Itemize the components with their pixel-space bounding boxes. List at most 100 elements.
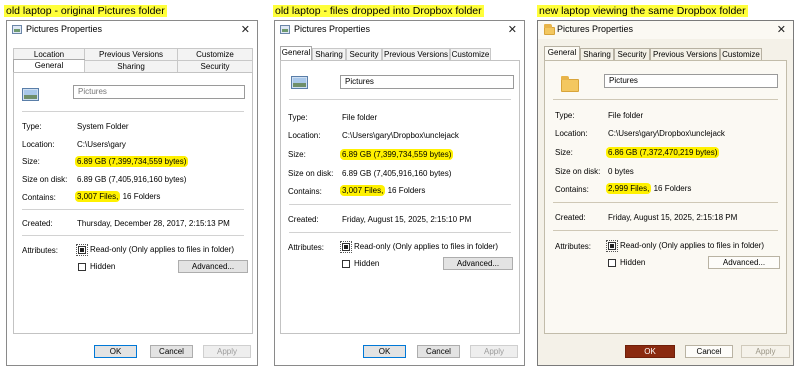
- created-label: Created:: [555, 213, 586, 222]
- location-value: C:\Users\gary: [77, 140, 126, 149]
- ok-button[interactable]: OK: [363, 345, 406, 358]
- title-bar[interactable]: Pictures Properties ✕: [7, 21, 257, 39]
- advanced-button[interactable]: Advanced...: [178, 260, 248, 273]
- size-value: 6.86 GB (7,372,470,219 bytes): [606, 147, 720, 158]
- size-on-disk-label: Size on disk:: [288, 169, 334, 178]
- tab-previous-versions[interactable]: Previous Versions: [84, 48, 178, 60]
- type-value: System Folder: [77, 122, 129, 131]
- location-value: C:\Users\gary\Dropbox\unclejack: [342, 131, 459, 140]
- divider: [289, 204, 511, 205]
- hidden-checkbox[interactable]: [78, 263, 86, 271]
- attributes-label: Attributes:: [555, 242, 592, 251]
- size-on-disk-value: 6.89 GB (7,405,916,160 bytes): [342, 169, 452, 178]
- pictures-folder-icon: [291, 76, 308, 89]
- attributes-label: Attributes:: [288, 243, 325, 252]
- cancel-button[interactable]: Cancel: [685, 345, 733, 358]
- type-label: Type:: [288, 113, 308, 122]
- tab-previous-versions[interactable]: Previous Versions: [382, 48, 450, 60]
- cancel-button[interactable]: Cancel: [417, 345, 460, 358]
- contains-value: 3,007 Files, 16 Folders: [340, 185, 425, 196]
- apply-button[interactable]: Apply: [203, 345, 251, 358]
- tab-general[interactable]: General: [13, 59, 85, 73]
- pictures-folder-icon: [280, 25, 290, 34]
- ok-button[interactable]: OK: [625, 345, 675, 358]
- close-icon[interactable]: ✕: [777, 23, 786, 36]
- apply-button[interactable]: Apply: [741, 345, 790, 358]
- folder-count: 16 Folders: [122, 192, 161, 201]
- tab-general[interactable]: General: [280, 46, 312, 60]
- title-bar[interactable]: Pictures Properties ✕: [538, 21, 793, 39]
- hidden-label[interactable]: Hidden: [620, 258, 645, 267]
- size-label: Size:: [555, 148, 573, 157]
- tab-customize[interactable]: Customize: [450, 48, 491, 60]
- hidden-label[interactable]: Hidden: [354, 259, 379, 268]
- title-bar[interactable]: Pictures Properties ✕: [275, 21, 524, 39]
- readonly-checkbox[interactable]: [606, 240, 618, 252]
- location-label: Location:: [288, 131, 321, 140]
- contains-label: Contains:: [288, 187, 322, 196]
- close-icon[interactable]: ✕: [241, 23, 250, 36]
- readonly-label[interactable]: Read-only (Only applies to files in fold…: [354, 242, 498, 251]
- tab-previous-versions[interactable]: Previous Versions: [650, 48, 720, 60]
- pictures-folder-icon: [22, 88, 39, 101]
- tab-sharing[interactable]: Sharing: [84, 60, 178, 72]
- readonly-label[interactable]: Read-only (Only applies to files in fold…: [620, 241, 764, 250]
- tab-security[interactable]: Security: [346, 48, 382, 60]
- window-title: Pictures Properties: [294, 24, 371, 34]
- divider: [22, 235, 244, 236]
- advanced-button[interactable]: Advanced...: [708, 256, 780, 269]
- caption-new-laptop: new laptop viewing the same Dropbox fold…: [537, 5, 748, 17]
- tab-sharing[interactable]: Sharing: [312, 48, 346, 60]
- created-value: Friday, August 15, 2025, 2:15:10 PM: [342, 215, 472, 224]
- attributes-label: Attributes:: [22, 246, 59, 255]
- advanced-button[interactable]: Advanced...: [443, 257, 513, 270]
- caption-original-folder: old laptop - original Pictures folder: [4, 5, 167, 17]
- apply-button[interactable]: Apply: [470, 345, 518, 358]
- file-count: 3,007 Files,: [75, 191, 121, 202]
- tab-customize[interactable]: Customize: [177, 48, 253, 60]
- folder-name-field[interactable]: Pictures: [73, 85, 245, 99]
- hidden-checkbox[interactable]: [608, 259, 616, 267]
- contains-label: Contains:: [22, 193, 56, 202]
- readonly-label[interactable]: Read-only (Only applies to files in fold…: [90, 245, 234, 254]
- created-value: Thursday, December 28, 2017, 2:15:13 PM: [77, 219, 230, 228]
- cancel-button[interactable]: Cancel: [150, 345, 193, 358]
- ok-button[interactable]: OK: [94, 345, 137, 358]
- created-label: Created:: [288, 215, 319, 224]
- tab-sharing[interactable]: Sharing: [580, 48, 614, 60]
- size-on-disk-value: 6.89 GB (7,405,916,160 bytes): [77, 175, 187, 184]
- hidden-checkbox[interactable]: [342, 260, 350, 268]
- file-count: 3,007 Files,: [340, 185, 386, 196]
- properties-dialog-new-laptop: Pictures Properties ✕ General Sharing Se…: [537, 20, 794, 366]
- close-icon[interactable]: ✕: [508, 23, 517, 36]
- divider: [553, 99, 778, 100]
- size-on-disk-value: 0 bytes: [608, 167, 634, 176]
- tab-general[interactable]: General: [544, 46, 580, 60]
- divider: [289, 232, 511, 233]
- pictures-folder-icon: [12, 25, 22, 34]
- created-label: Created:: [22, 219, 53, 228]
- size-label: Size:: [22, 157, 40, 166]
- window-title: Pictures Properties: [26, 24, 103, 34]
- caption-dropbox-folder: old laptop - files dropped into Dropbox …: [273, 5, 484, 17]
- tab-security[interactable]: Security: [614, 48, 650, 60]
- divider: [553, 230, 778, 231]
- folder-name-field[interactable]: Pictures: [340, 75, 514, 89]
- type-value: File folder: [608, 111, 644, 120]
- location-label: Location:: [555, 129, 588, 138]
- type-label: Type:: [555, 111, 575, 120]
- type-label: Type:: [22, 122, 42, 131]
- size-on-disk-label: Size on disk:: [555, 167, 601, 176]
- location-value: C:\Users\gary\Dropbox\unclejack: [608, 129, 725, 138]
- tab-security[interactable]: Security: [177, 60, 253, 72]
- folder-name-field[interactable]: Pictures: [604, 74, 778, 88]
- size-value: 6.89 GB (7,399,734,559 bytes): [340, 149, 454, 160]
- location-label: Location:: [22, 140, 55, 149]
- readonly-checkbox[interactable]: [76, 244, 88, 256]
- readonly-checkbox[interactable]: [340, 241, 352, 253]
- hidden-label[interactable]: Hidden: [90, 262, 115, 271]
- contains-value: 3,007 Files, 16 Folders: [75, 191, 161, 202]
- general-tab-panel: Pictures Type: File folder Location: C:\…: [280, 60, 520, 334]
- general-tab-panel: Pictures Type: System Folder Location: C…: [13, 72, 253, 334]
- tab-customize[interactable]: Customize: [720, 48, 762, 60]
